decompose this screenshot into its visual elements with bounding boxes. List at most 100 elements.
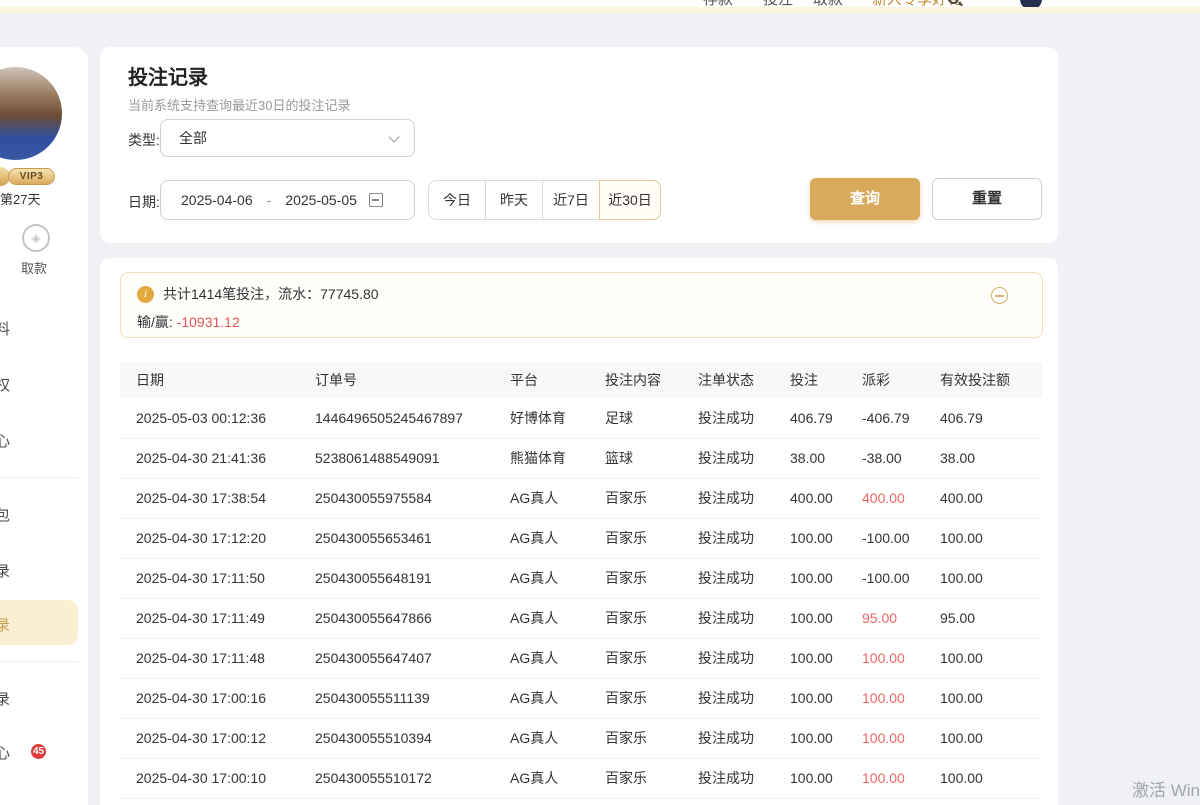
cell-bet: 100.00 xyxy=(790,718,862,758)
header-date: 日期 xyxy=(120,362,315,398)
sidebar-divider xyxy=(0,477,78,478)
sidebar-item-other-records[interactable]: 录 xyxy=(0,688,10,709)
summary-box: i 共计1414笔投注，流水：77745.80 输/赢: -10931.12 xyxy=(120,272,1043,338)
cell-platform: AG真人 xyxy=(510,518,605,558)
table-row: 2025-04-30 17:38:54250430055975584AG真人百家… xyxy=(120,478,1043,518)
loss-value: -10931.12 xyxy=(177,314,240,330)
table-header: 日期 订单号 平台 投注内容 注单状态 投注 派彩 有效投注额 xyxy=(120,362,1043,398)
cell-payout: -100.00 xyxy=(862,518,940,558)
cell-content: 篮球 xyxy=(605,438,698,478)
quick-range-7days[interactable]: 近7日 xyxy=(542,180,600,220)
cell-payout: -100.00 xyxy=(862,558,940,598)
sidebar-item-bet-records[interactable]: 录 xyxy=(0,614,10,635)
table-row: 2025-05-03 00:12:361446496505245467897好博… xyxy=(120,398,1043,438)
cell-content: 百家乐 xyxy=(605,718,698,758)
nav-item-withdraw[interactable]: 取款 xyxy=(813,0,843,7)
quick-range-today[interactable]: 今日 xyxy=(428,180,486,220)
query-button[interactable]: 查询 xyxy=(810,178,920,220)
header-status: 注单状态 xyxy=(698,362,790,398)
collapse-icon[interactable] xyxy=(991,287,1008,304)
cell-status: 投注成功 xyxy=(698,398,790,438)
cell-status: 投注成功 xyxy=(698,758,790,798)
reset-button[interactable]: 重置 xyxy=(932,178,1042,220)
quick-range-yesterday[interactable]: 昨天 xyxy=(485,180,543,220)
cell-order: 250430055510394 xyxy=(315,718,510,758)
withdraw-label[interactable]: 取款 xyxy=(21,258,47,277)
cell-status: 投注成功 xyxy=(698,718,790,758)
cell-bet: 100.00 xyxy=(790,758,862,798)
cell-bet: 100.00 xyxy=(790,638,862,678)
cell-status: 投注成功 xyxy=(698,438,790,478)
cell-bet: 100.00 xyxy=(790,558,862,598)
cell-status: 投注成功 xyxy=(698,518,790,558)
cell-order: 250430055647866 xyxy=(315,598,510,638)
cell-valid: 100.00 xyxy=(940,558,1043,598)
cell-date: 2025-04-30 17:11:50 xyxy=(120,558,315,598)
cell-platform: AG真人 xyxy=(510,758,605,798)
cell-date: 2025-04-30 17:12:20 xyxy=(120,518,315,558)
user-avatar[interactable] xyxy=(0,67,62,160)
cell-order: 250430055975584 xyxy=(315,478,510,518)
cell-bet: 400.00 xyxy=(790,478,862,518)
cell-order: 250430055647407 xyxy=(315,638,510,678)
nav-item-bet[interactable]: 投注 xyxy=(763,0,793,7)
cell-date: 2025-04-30 17:00:16 xyxy=(120,678,315,718)
cell-payout: 100.00 xyxy=(862,718,940,758)
cell-payout: 100.00 xyxy=(862,758,940,798)
sidebar-active-highlight xyxy=(0,600,78,645)
navbar-avatar[interactable] xyxy=(1020,0,1042,7)
withdraw-icon[interactable]: ◈ xyxy=(22,224,50,252)
cell-valid: 100.00 xyxy=(940,678,1043,718)
cell-date: 2025-04-30 17:00:12 xyxy=(120,718,315,758)
cell-valid: 100.00 xyxy=(940,758,1043,798)
cell-date: 2025-04-30 17:38:54 xyxy=(120,478,315,518)
date-end-value: 2025-05-05 xyxy=(285,192,357,208)
sidebar-item-transaction-records[interactable]: 录 xyxy=(0,560,10,581)
cell-valid: 38.00 xyxy=(940,438,1043,478)
sidebar-item-privileges[interactable]: 权 xyxy=(0,374,10,395)
summary-totals: 共计1414笔投注，流水：77745.80 xyxy=(163,284,379,304)
sidebar-item-message-center[interactable]: 心 xyxy=(0,742,10,763)
cell-bet: 38.00 xyxy=(790,438,862,478)
cell-order: 250430055511139 xyxy=(315,678,510,718)
chevron-down-icon xyxy=(388,131,399,142)
navbar-accent-band xyxy=(0,7,1200,13)
type-select[interactable]: 全部 xyxy=(160,119,415,157)
quick-range-group: 今日 昨天 近7日 近30日 xyxy=(428,180,661,220)
cell-bet: 100.00 xyxy=(790,518,862,558)
filters-card: 投注记录 当前系统支持查询最近30日的投注记录 类型: 全部 日期: 2025-… xyxy=(100,47,1058,243)
table-row: 2025-04-30 17:00:12250430055510394AG真人百家… xyxy=(120,718,1043,758)
type-select-value: 全部 xyxy=(179,130,207,146)
sidebar-item-wallet[interactable]: 包 xyxy=(0,504,10,525)
cell-platform: AG真人 xyxy=(510,678,605,718)
cell-date: 2025-04-30 21:41:36 xyxy=(120,438,315,478)
sidebar-divider xyxy=(0,661,78,662)
cell-valid: 95.00 xyxy=(940,598,1043,638)
type-label: 类型: xyxy=(128,130,160,150)
cell-platform: 好博体育 xyxy=(510,398,605,438)
records-tbody: 2025-05-03 00:12:361446496505245467897好博… xyxy=(120,398,1043,798)
cell-content: 百家乐 xyxy=(605,518,698,558)
calendar-icon xyxy=(369,193,383,207)
sidebar-item-security-center[interactable]: 心 xyxy=(0,430,10,451)
cell-date: 2025-04-30 17:00:10 xyxy=(120,758,315,798)
cell-valid: 100.00 xyxy=(940,718,1043,758)
sidebar: VIP3 第27天 ◈ 取款 料 权 心 包 录 录 录 心 45 xyxy=(0,47,88,805)
table-row: 2025-04-30 21:41:365238061488549091熊猫体育篮… xyxy=(120,438,1043,478)
date-range-input[interactable]: 2025-04-06 - 2025-05-05 xyxy=(160,180,415,220)
sidebar-item-profile[interactable]: 料 xyxy=(0,318,10,339)
cell-platform: 熊猫体育 xyxy=(510,438,605,478)
cell-payout: -38.00 xyxy=(862,438,940,478)
header-payout: 派彩 xyxy=(862,362,940,398)
cell-content: 百家乐 xyxy=(605,678,698,718)
cell-payout: -406.79 xyxy=(862,398,940,438)
header-platform: 平台 xyxy=(510,362,605,398)
table-row: 2025-04-30 17:11:50250430055648191AG真人百家… xyxy=(120,558,1043,598)
cell-content: 足球 xyxy=(605,398,698,438)
quick-range-30days[interactable]: 近30日 xyxy=(599,180,661,220)
nav-item-deposit[interactable]: 存款 xyxy=(703,0,733,7)
vip-day-label: 第27天 xyxy=(0,189,40,208)
cell-status: 投注成功 xyxy=(698,598,790,638)
cell-content: 百家乐 xyxy=(605,558,698,598)
cell-payout: 100.00 xyxy=(862,638,940,678)
